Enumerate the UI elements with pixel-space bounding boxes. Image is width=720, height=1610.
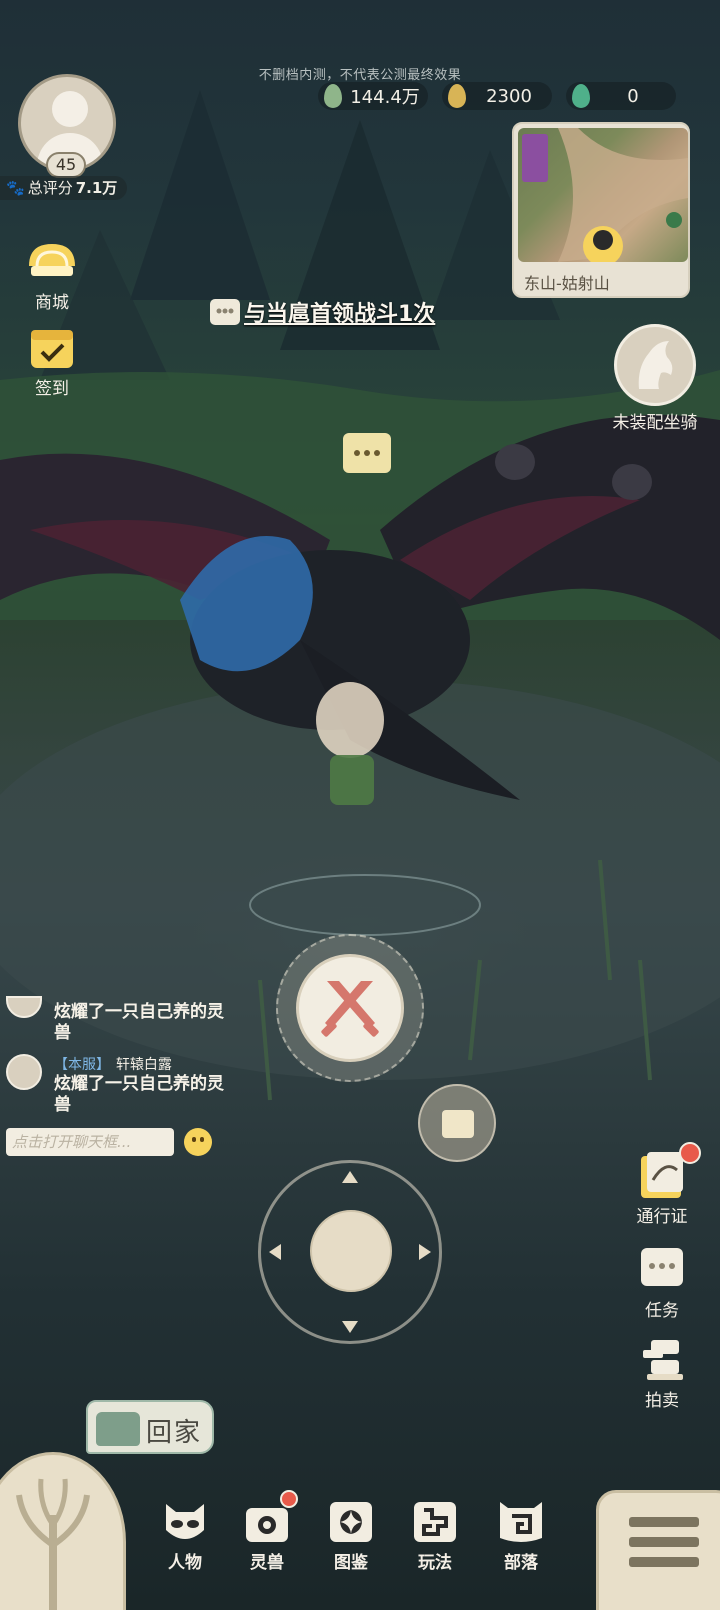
quest-bubble-icon xyxy=(210,299,240,325)
chat-avatar xyxy=(6,1054,42,1090)
checkin-calendar-icon xyxy=(25,322,79,372)
codex-icon xyxy=(326,1498,376,1546)
currency-gem-value: 0 xyxy=(627,85,639,107)
currency-gem[interactable]: 0 xyxy=(566,82,676,110)
mount-button[interactable] xyxy=(614,324,696,406)
character-mask-icon xyxy=(160,1498,210,1546)
nav-codex[interactable]: 图鉴 xyxy=(316,1498,386,1573)
tribe-icon xyxy=(496,1498,546,1546)
nav-tribe-label: 部落 xyxy=(504,1553,538,1573)
gameplay-icon xyxy=(410,1498,460,1546)
chat-input[interactable]: 点击打开聊天框... xyxy=(6,1128,174,1156)
pass-badge xyxy=(679,1142,701,1164)
hamburger-menu-icon xyxy=(629,1517,699,1567)
task-label: 任务 xyxy=(645,1301,679,1321)
checkin-button[interactable]: 签到 xyxy=(18,322,86,399)
player-level: 45 xyxy=(46,152,86,178)
spirit-beast-icon xyxy=(242,1490,298,1546)
nav-spirit-beast[interactable]: 灵兽 xyxy=(232,1490,302,1573)
skill-bubble-icon xyxy=(442,1110,474,1138)
auction-button[interactable]: 拍卖 xyxy=(626,1334,698,1411)
skill-button[interactable] xyxy=(418,1084,496,1162)
nav-tribe[interactable]: 部落 xyxy=(486,1498,556,1573)
chat-message-1: 炫耀了一只自己养的灵兽 xyxy=(54,1002,224,1043)
quest-tracker[interactable]: 与当扈首领战斗1次 xyxy=(210,296,435,328)
chat-message-2-header: 【本服】 轩辕白露 xyxy=(54,1054,234,1076)
spirit-beast-badge xyxy=(280,1490,298,1508)
main-menu-button[interactable] xyxy=(596,1490,720,1610)
task-icon xyxy=(637,1244,687,1294)
quest-text[interactable]: 与当扈首领战斗1次 xyxy=(244,296,435,328)
tree-button[interactable] xyxy=(0,1452,126,1610)
home-button[interactable]: 回家 xyxy=(86,1400,214,1454)
score-label: 总评分 xyxy=(27,179,73,197)
attack-button[interactable] xyxy=(296,954,404,1062)
currency-jade-value: 144.4万 xyxy=(350,87,420,108)
green-gem-icon xyxy=(572,84,590,108)
nav-character-label: 人物 xyxy=(168,1553,202,1573)
shop-button[interactable]: 商城 xyxy=(18,236,86,313)
horse-icon xyxy=(638,341,673,389)
chat-message-2: 炫耀了一只自己养的灵兽 xyxy=(54,1074,224,1115)
auction-label: 拍卖 xyxy=(645,1391,679,1411)
joystick-knob[interactable] xyxy=(310,1210,392,1292)
minimap[interactable]: 东山-姑射山 xyxy=(512,122,690,298)
beta-notice: 不删档内测，不代表公测最终效果 xyxy=(258,68,462,83)
crossed-swords-icon xyxy=(321,981,379,1037)
total-score: 🐾 总评分 7.1万 xyxy=(0,176,128,200)
tree-icon xyxy=(16,1478,90,1610)
task-button[interactable]: 任务 xyxy=(626,1244,698,1321)
currency-gold[interactable]: 2300 xyxy=(442,82,552,110)
currency-gold-value: 2300 xyxy=(486,85,532,107)
location-name: 东山-姑射山 xyxy=(524,274,610,293)
pass-label: 通行证 xyxy=(636,1207,688,1227)
mount-label: 未装配坐骑 xyxy=(612,413,698,433)
avatar-head xyxy=(52,91,88,127)
shop-label: 商城 xyxy=(35,293,69,313)
pass-icon xyxy=(637,1142,701,1200)
house-icon xyxy=(96,1412,140,1446)
chat-channel-tag: 【本服】 xyxy=(54,1057,110,1073)
auction-hammer-icon xyxy=(637,1334,687,1384)
nav-codex-label: 图鉴 xyxy=(334,1553,368,1573)
jade-leaf-icon xyxy=(324,84,342,108)
pass-button[interactable]: 通行证 xyxy=(626,1142,701,1227)
emoji-icon[interactable] xyxy=(184,1128,212,1156)
nav-character[interactable]: 人物 xyxy=(150,1498,220,1573)
paw-icon: 🐾 xyxy=(6,179,25,197)
nav-gameplay[interactable]: 玩法 xyxy=(400,1498,470,1573)
minimap-view xyxy=(518,128,688,262)
chat-sender-name: 轩辕白露 xyxy=(115,1057,172,1073)
nav-spirit-beast-label: 灵兽 xyxy=(250,1553,284,1573)
home-label: 回家 xyxy=(146,1418,203,1448)
score-value: 7.1万 xyxy=(75,179,118,197)
currency-jade[interactable]: 144.4万 xyxy=(318,82,428,110)
gold-seed-icon xyxy=(448,84,466,108)
shop-icon xyxy=(25,236,79,286)
nav-gameplay-label: 玩法 xyxy=(418,1553,452,1573)
checkin-label: 签到 xyxy=(35,379,69,399)
